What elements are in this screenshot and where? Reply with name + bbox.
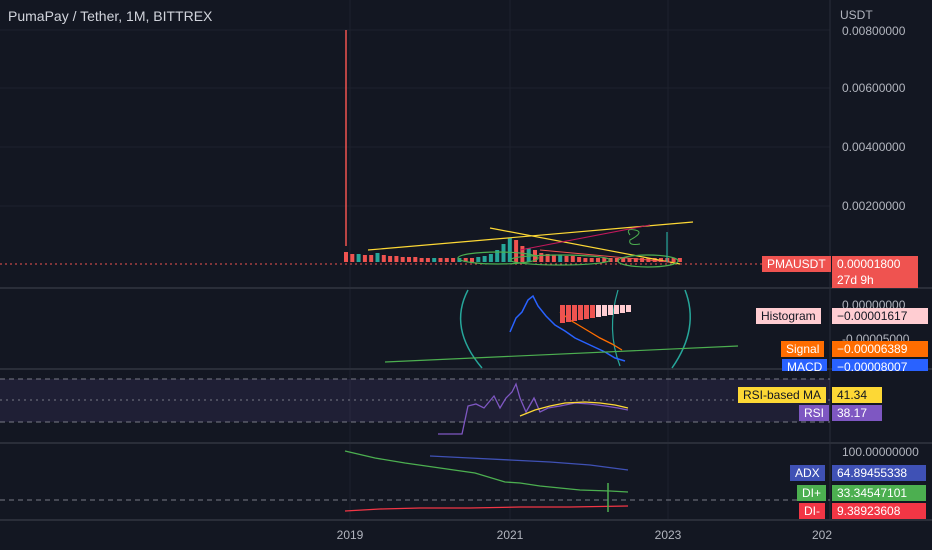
rsi-label-tag: RSI xyxy=(799,405,830,421)
adx-tick: 100.00000000 xyxy=(842,445,919,459)
di-plus-label-tag: DI+ xyxy=(797,485,827,501)
histogram-bar xyxy=(620,305,625,313)
candle xyxy=(602,258,607,262)
signal-label-tag: Signal xyxy=(781,341,825,357)
candle xyxy=(570,256,575,262)
di-plus-line xyxy=(344,450,629,493)
macd-arc-right[interactable] xyxy=(671,289,691,369)
candle xyxy=(369,255,374,262)
candle xyxy=(488,254,493,262)
candle xyxy=(375,253,380,262)
signal-value-tag: −0.00006389 xyxy=(832,341,928,357)
price-tick-3: 0.00200000 xyxy=(842,199,906,213)
candle xyxy=(419,258,424,262)
histogram-bar xyxy=(590,305,595,318)
candle xyxy=(564,256,569,262)
histogram-bar xyxy=(608,305,613,315)
candle xyxy=(539,253,544,262)
candle xyxy=(451,258,456,262)
macd-label-tag: MACD xyxy=(782,359,828,371)
chart-title[interactable]: PumaPay / Tether, 1M, BITTREX xyxy=(8,8,212,24)
histogram-bar xyxy=(614,305,619,314)
drawing-curve[interactable] xyxy=(627,229,641,245)
price-tick-1: 0.00600000 xyxy=(842,81,906,95)
macd-value-tag: −0.00008007 xyxy=(832,359,928,371)
adx-value-tag: 64.89455338 xyxy=(832,465,926,481)
candle xyxy=(413,257,418,262)
histogram-bar xyxy=(602,305,607,316)
adx-line xyxy=(429,455,629,471)
candle xyxy=(583,258,588,262)
currency-label: USDT xyxy=(840,8,873,22)
candle xyxy=(444,258,449,262)
di-minus-value-tag: 9.38923608 xyxy=(832,503,926,519)
di-minus-label-tag: DI- xyxy=(799,503,825,519)
candle xyxy=(482,256,487,262)
candle xyxy=(344,252,348,262)
candle xyxy=(514,240,519,262)
candle xyxy=(551,255,556,262)
candle xyxy=(356,254,361,262)
time-tick-0: 2019 xyxy=(336,528,364,542)
rsi-value-tag: 38.17 xyxy=(832,405,882,421)
histogram-bars xyxy=(560,305,631,323)
price-tick-2: 0.00400000 xyxy=(842,140,906,154)
histogram-bar xyxy=(596,305,601,317)
time-tick-2: 2023 xyxy=(654,528,682,542)
di-minus-line xyxy=(344,505,629,512)
di-plus-value-tag: 33.34547101 xyxy=(832,485,926,501)
macd-arc-left[interactable] xyxy=(459,289,483,369)
candle xyxy=(476,257,481,262)
candle xyxy=(394,256,399,262)
candle xyxy=(425,258,430,262)
histogram-label-tag: Histogram xyxy=(756,308,821,324)
candle xyxy=(589,258,594,262)
candle xyxy=(596,258,600,262)
adx-label-tag: ADX xyxy=(790,465,825,481)
symbol-tag: PMAUSDT xyxy=(762,256,831,272)
candle xyxy=(350,254,355,262)
histogram-bar xyxy=(560,305,565,323)
candle xyxy=(501,244,506,262)
rsi-ma-value-tag: 41.34 xyxy=(832,387,882,403)
candle xyxy=(438,258,443,262)
histogram-bar xyxy=(626,305,631,312)
time-tick-3: 202 xyxy=(811,528,833,542)
histogram-bar xyxy=(572,305,577,321)
time-tick-1: 2021 xyxy=(496,528,524,542)
candle xyxy=(381,255,386,262)
candle xyxy=(388,256,393,262)
histogram-bar xyxy=(578,305,583,320)
rsi-ma-label-tag: RSI-based MA xyxy=(738,387,827,403)
price-tick-0: 0.00800000 xyxy=(842,24,906,38)
macd-green-trendline[interactable] xyxy=(384,345,739,363)
histogram-bar xyxy=(584,305,589,319)
histogram-bar xyxy=(566,305,571,322)
histogram-value-tag: −0.00001617 xyxy=(832,308,928,324)
candle xyxy=(362,255,367,262)
candle xyxy=(470,258,474,262)
candle xyxy=(400,257,405,262)
countdown-tag: 27d 9h xyxy=(832,272,918,288)
macd-arc-mid[interactable] xyxy=(611,289,621,367)
candle xyxy=(407,257,411,262)
price-tag: 0.00001800 xyxy=(832,256,918,272)
candle xyxy=(577,257,582,262)
candle xyxy=(558,255,563,262)
candle xyxy=(432,258,437,262)
